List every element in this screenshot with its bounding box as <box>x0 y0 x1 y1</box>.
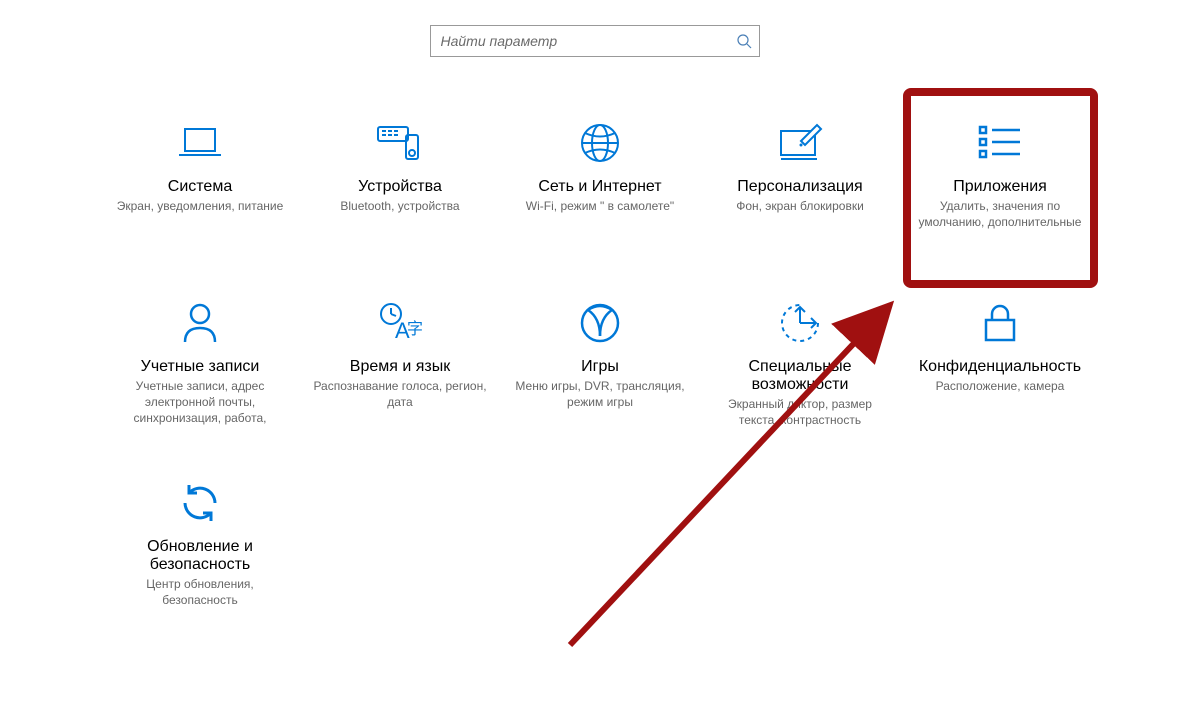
category-title: Конфиденциальность <box>908 358 1092 376</box>
category-title: Персонализация <box>708 178 892 196</box>
category-gaming[interactable]: Игры Меню игры, DVR, трансляция, режим и… <box>500 275 700 455</box>
globe-icon <box>508 115 692 170</box>
category-desc: Расположение, камера <box>908 378 1092 394</box>
category-privacy[interactable]: Конфиденциальность Расположение, камера <box>900 275 1100 455</box>
category-desc: Экранный диктор, размер текста, контраст… <box>708 396 892 428</box>
category-desc: Bluetooth, устройства <box>308 198 492 214</box>
category-title: Устройства <box>308 178 492 196</box>
category-desc: Центр обновления, безопасность <box>108 576 292 608</box>
category-title: Время и язык <box>308 358 492 376</box>
category-ease-of-access[interactable]: Специальные возможности Экранный диктор,… <box>700 275 900 455</box>
apps-list-icon <box>908 115 1092 170</box>
xbox-icon <box>508 295 692 350</box>
svg-text:字: 字 <box>407 320 423 338</box>
category-title: Специальные возможности <box>708 358 892 394</box>
category-title: Обновление и безопасность <box>108 538 292 574</box>
laptop-icon <box>108 115 292 170</box>
category-title: Приложения <box>908 178 1092 196</box>
category-update-security[interactable]: Обновление и безопасность Центр обновлен… <box>100 455 300 635</box>
category-system[interactable]: Система Экран, уведомления, питание <box>100 95 300 275</box>
category-apps[interactable]: Приложения Удалить, значения по умолчани… <box>900 95 1100 275</box>
category-desc: Учетные записи, адрес электронной почты,… <box>108 378 292 427</box>
category-network[interactable]: Сеть и Интернет Wi-Fi, режим " в самолет… <box>500 95 700 275</box>
category-time-language[interactable]: A 字 Время и язык Распознавание голоса, р… <box>300 275 500 455</box>
category-desc: Удалить, значения по умолчанию, дополнит… <box>908 198 1092 230</box>
category-desc: Фон, экран блокировки <box>708 198 892 214</box>
category-accounts[interactable]: Учетные записи Учетные записи, адрес эле… <box>100 275 300 455</box>
category-desc: Экран, уведомления, питание <box>108 198 292 214</box>
time-language-icon: A 字 <box>308 295 492 350</box>
devices-icon <box>308 115 492 170</box>
update-icon <box>108 475 292 530</box>
person-icon <box>108 295 292 350</box>
category-desc: Распознавание голоса, регион, дата <box>308 378 492 410</box>
category-title: Сеть и Интернет <box>508 178 692 196</box>
ease-of-access-icon <box>708 295 892 350</box>
settings-search[interactable] <box>430 25 760 57</box>
category-title: Игры <box>508 358 692 376</box>
category-title: Учетные записи <box>108 358 292 376</box>
search-input[interactable] <box>430 25 760 57</box>
category-desc: Меню игры, DVR, трансляция, режим игры <box>508 378 692 410</box>
settings-categories-grid: Система Экран, уведомления, питание Устр… <box>100 95 1100 635</box>
personalization-icon <box>708 115 892 170</box>
category-devices[interactable]: Устройства Bluetooth, устройства <box>300 95 500 275</box>
lock-icon <box>908 295 1092 350</box>
category-desc: Wi-Fi, режим " в самолете" <box>508 198 692 214</box>
category-personalization[interactable]: Персонализация Фон, экран блокировки <box>700 95 900 275</box>
category-title: Система <box>108 178 292 196</box>
